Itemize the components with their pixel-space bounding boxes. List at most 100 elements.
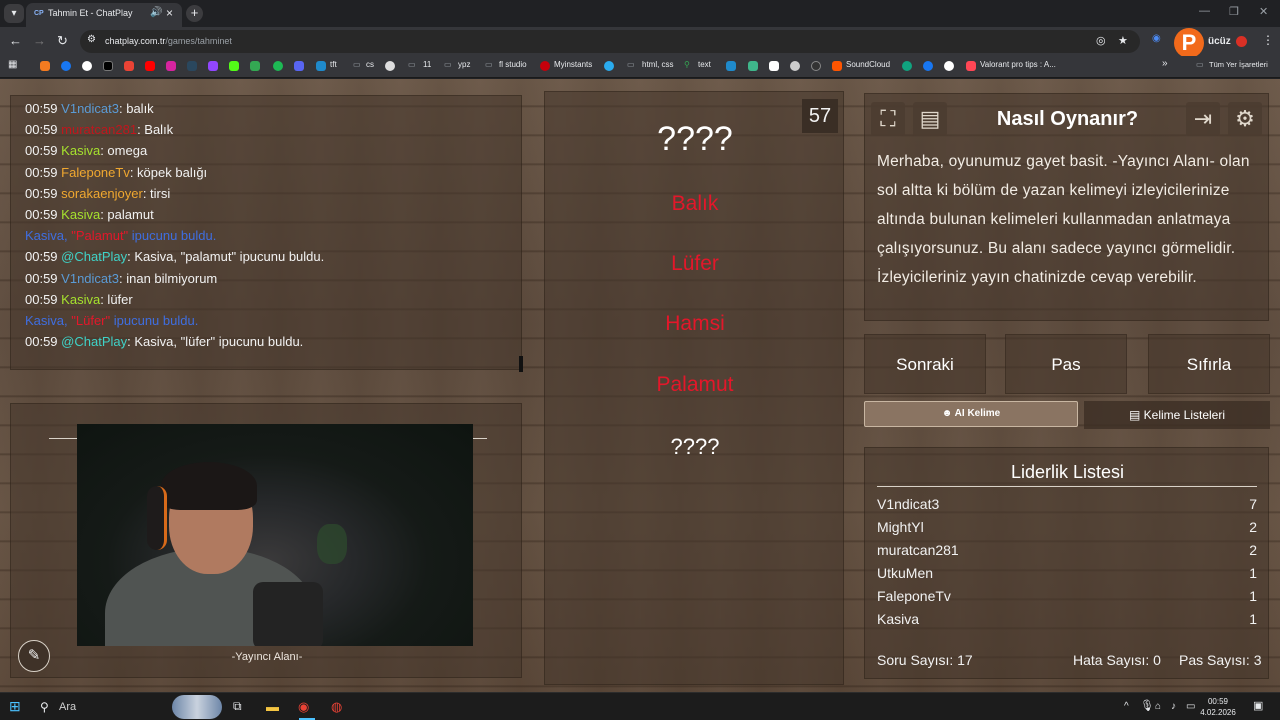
eye-off-icon[interactable]: ◎ xyxy=(1096,34,1106,47)
pass-button[interactable]: Pas xyxy=(1005,334,1127,394)
pucuz-extension-icon[interactable]: P xyxy=(1174,28,1204,58)
bookmark-tft-icon[interactable] xyxy=(316,61,326,71)
browser-menu-icon[interactable]: ⋮ xyxy=(1262,33,1274,47)
bookmark-gmail-icon[interactable] xyxy=(124,61,134,71)
bookmark-star-icon[interactable]: ★ xyxy=(1118,34,1128,47)
tab-search-button[interactable]: ▾ xyxy=(4,4,24,23)
apps-grid-icon[interactable]: ▦ xyxy=(8,59,17,70)
bookmark-spotify-icon[interactable] xyxy=(273,61,283,71)
bookmark-telegram-icon[interactable] xyxy=(604,61,614,71)
browser-tab-active[interactable]: CP Tahmin Et - ChatPlay 🔊 × xyxy=(26,3,182,27)
volume-icon[interactable]: ♪ xyxy=(1171,701,1176,712)
bookmark-steam-icon[interactable] xyxy=(187,61,197,71)
extension-icon[interactable]: ◉ xyxy=(1152,33,1161,44)
forward-icon[interactable]: → xyxy=(33,33,46,48)
chat-message: 00:59 Kasiva: lüfer xyxy=(25,292,133,307)
search-icon[interactable]: ⚲ xyxy=(40,700,49,714)
bookmark-instagram-icon[interactable] xyxy=(166,61,176,71)
chat-text: : tirsi xyxy=(142,185,171,201)
more-bookmarks-icon[interactable]: » xyxy=(1162,58,1168,69)
site-info-icon[interactable]: ⚙ xyxy=(87,34,96,45)
restore-icon[interactable]: ❐ xyxy=(1229,5,1239,18)
close-tab-icon[interactable]: × xyxy=(166,6,173,20)
bookmark-ypz[interactable]: ypz xyxy=(458,60,470,69)
taskbar-search[interactable]: Ara xyxy=(59,701,76,713)
url-text[interactable]: chatplay.com.tr/games/tahminet xyxy=(105,36,232,46)
leaderboard-row: Kasiva 1 xyxy=(877,611,1257,627)
bookmark-l-icon[interactable] xyxy=(726,61,736,71)
bookmark-myinstants[interactable]: Myinstants xyxy=(554,60,592,69)
windows-start-icon[interactable]: ⊞ xyxy=(9,698,21,715)
address-bar[interactable]: ⚙ chatplay.com.tr/games/tahminet ◎ ★ xyxy=(80,30,1140,53)
settings-gear-icon[interactable]: ⚙ xyxy=(1228,102,1262,136)
bookmark-gray-icon[interactable] xyxy=(790,61,800,71)
bookmark-valorant-icon[interactable] xyxy=(966,61,976,71)
notification-icon[interactable]: ▣ xyxy=(1253,699,1263,712)
bookmark-kick-icon[interactable] xyxy=(229,61,239,71)
ai-word-button[interactable]: ☻ AI Kelime xyxy=(864,401,1078,427)
bookmark-html-css[interactable]: html, css xyxy=(642,60,674,69)
bookmark-google-icon[interactable] xyxy=(82,61,92,71)
bookmark-soundcloud-icon[interactable] xyxy=(832,61,842,71)
word-lists-button[interactable]: ▤ Kelime Listeleri xyxy=(1084,401,1270,429)
clock-time: 00:59 xyxy=(1207,697,1229,706)
all-bookmarks[interactable]: Tüm Yer İşaretleri xyxy=(1209,60,1268,69)
task-view-icon[interactable]: ⧉ xyxy=(233,699,242,714)
bookmark-green-icon[interactable] xyxy=(250,61,260,71)
bookmark-youtube-icon[interactable] xyxy=(145,61,155,71)
bookmark-twitch-icon[interactable] xyxy=(208,61,218,71)
reset-button[interactable]: Sıfırla xyxy=(1148,334,1270,394)
bookmark-fire-icon[interactable] xyxy=(40,61,50,71)
bookmark-discord-icon[interactable] xyxy=(294,61,304,71)
leaderboard-row: V1ndicat3 7 xyxy=(877,496,1257,512)
minimize-icon[interactable]: — xyxy=(1199,5,1210,17)
bookmark-valorant[interactable]: Valorant pro tips : A... xyxy=(980,60,1056,69)
chat-text: : Kasiva, "palamut" ipucunu buldu. xyxy=(127,249,325,265)
bookmark-circle-icon[interactable] xyxy=(385,61,395,71)
leaderboard-row: muratcan281 2 xyxy=(877,542,1257,558)
bookmark-cs[interactable]: cs xyxy=(366,60,374,69)
extension-label: ücüz xyxy=(1208,36,1231,47)
chrome-icon[interactable]: ◉ xyxy=(298,699,309,715)
chat-scrollbar[interactable] xyxy=(519,356,523,372)
bookmark-fl-studio[interactable]: fl studio xyxy=(499,60,527,69)
forbidden-word: Palamut xyxy=(656,373,734,396)
battery-icon[interactable]: ▭ xyxy=(1186,701,1195,712)
bookmarks-bar: ▦ tft ▭ cs ▭ 11 ▭ ypz ▭ fl studio Myinst… xyxy=(0,56,1280,78)
microphone-tray-icon[interactable]: 🎙 xyxy=(1140,699,1154,712)
tray-chevron-icon[interactable]: ^ xyxy=(1124,701,1129,712)
clock[interactable]: 00:59 4.02.2026 xyxy=(1198,696,1238,718)
draw-pencil-button[interactable]: ✎ xyxy=(18,640,50,672)
speaker-icon[interactable]: 🔊 xyxy=(150,7,162,18)
bookmark-white-icon[interactable] xyxy=(769,61,779,71)
bookmark-x-icon[interactable] xyxy=(103,61,113,71)
bookmark-soundcloud[interactable]: SoundCloud xyxy=(846,60,890,69)
bookmark-facebook-icon[interactable] xyxy=(61,61,71,71)
bookmark-11[interactable]: 11 xyxy=(423,60,431,69)
bookmark-facebook2-icon[interactable] xyxy=(923,61,933,71)
file-explorer-icon[interactable]: ▬ xyxy=(266,699,279,714)
bookmark-google2-icon[interactable] xyxy=(944,61,954,71)
error-count: Hata Sayısı: 0 xyxy=(1073,652,1161,668)
tab-title: Tahmin Et - ChatPlay xyxy=(48,8,133,18)
reload-icon[interactable]: ↻ xyxy=(57,33,68,49)
widget-thumbnail[interactable] xyxy=(172,695,222,719)
exit-icon[interactable]: ⇥ xyxy=(1186,102,1220,136)
bookmark-teal-icon[interactable] xyxy=(748,61,758,71)
bookmark-text[interactable]: text xyxy=(698,60,711,69)
chat-username: Kasiva xyxy=(61,291,101,307)
bookmark-myinstants-icon[interactable] xyxy=(540,61,550,71)
back-icon[interactable]: ← xyxy=(9,33,22,48)
player-name: UtkuMen xyxy=(877,565,934,581)
bookmark-chatgpt-icon[interactable] xyxy=(902,61,912,71)
window-close-icon[interactable]: ✕ xyxy=(1259,5,1268,18)
network-icon[interactable]: ⌂ xyxy=(1155,701,1161,712)
next-button[interactable]: Sonraki xyxy=(864,334,986,394)
word-lists-label: Kelime Listeleri xyxy=(1143,408,1226,422)
chat-username: V1ndicat3 xyxy=(61,270,119,286)
player-score: 1 xyxy=(1249,611,1257,627)
bookmark-tft[interactable]: tft xyxy=(330,60,337,69)
new-tab-button[interactable]: + xyxy=(186,5,203,22)
obs-icon[interactable]: ◍ xyxy=(331,699,342,715)
bookmark-github-icon[interactable] xyxy=(811,61,821,71)
